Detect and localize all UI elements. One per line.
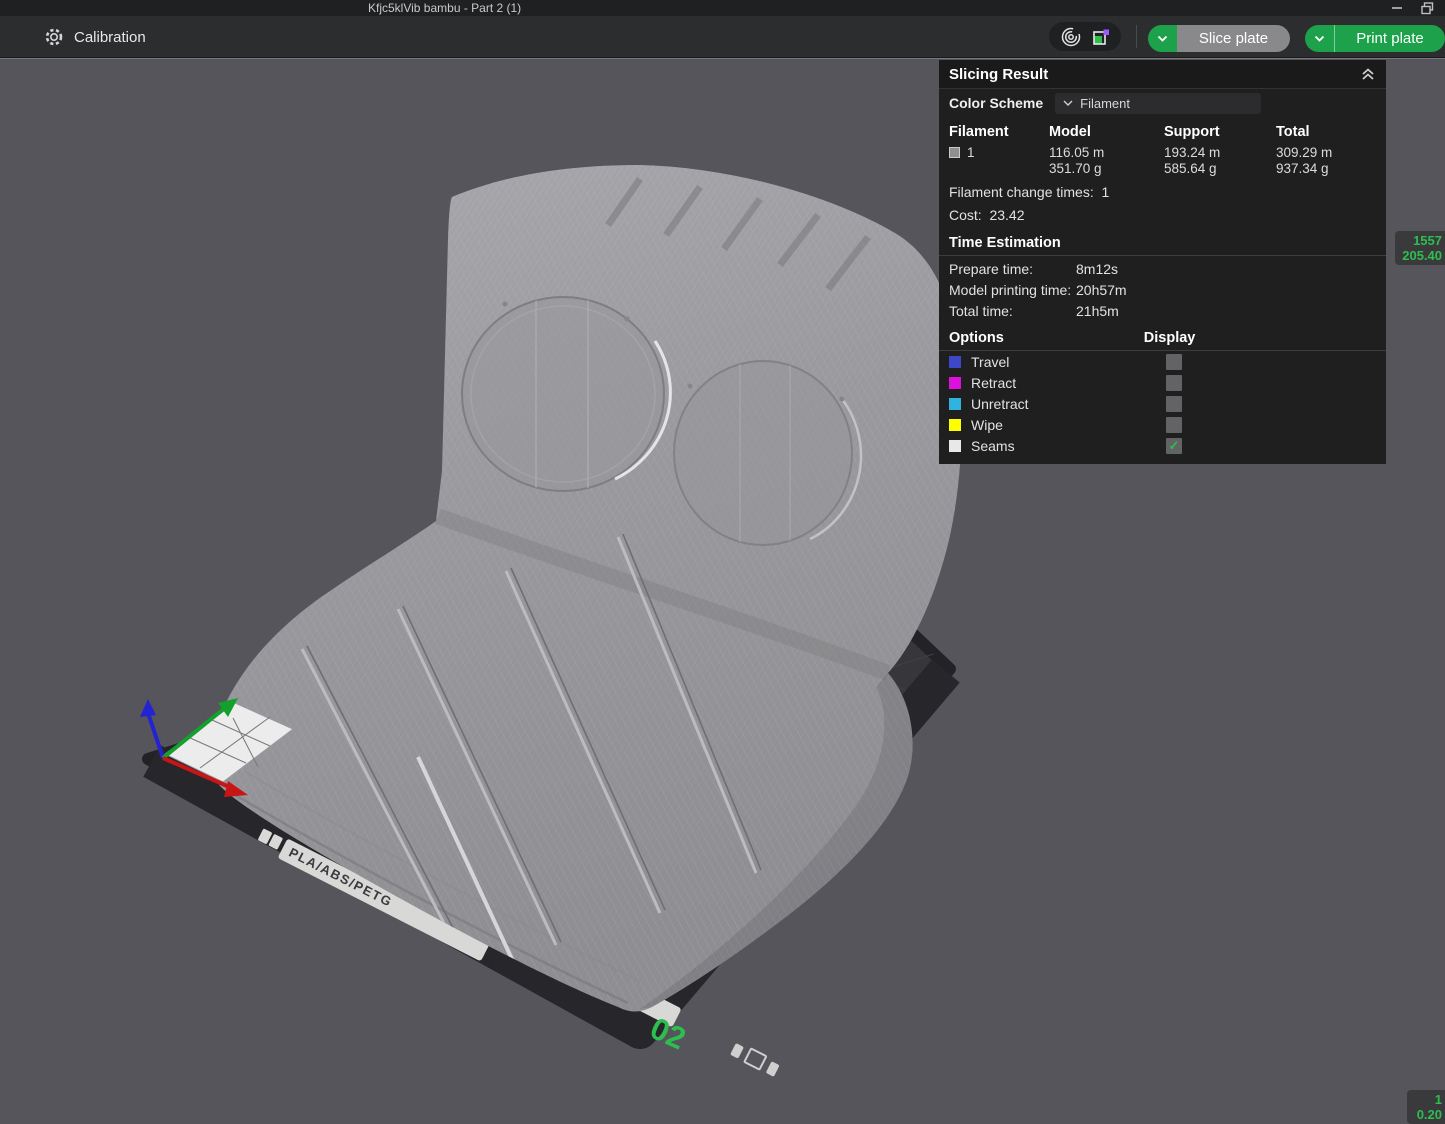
travel-label: Travel [971,354,1166,370]
retract-label: Retract [971,375,1166,391]
color-scheme-select[interactable]: Filament [1055,93,1261,114]
retract-color-swatch [949,377,961,389]
col-support: Support [1164,121,1276,143]
calibration-label: Calibration [74,29,146,46]
total-length: 309.29 m [1276,145,1386,161]
layer-slider-top-indicator[interactable]: 1557 205.40 [1395,231,1445,265]
check-icon: ✓ [1169,439,1180,452]
print-options-dropdown[interactable] [1305,25,1334,52]
filament-coil-icon[interactable] [1060,26,1082,48]
chevron-down-icon [1063,100,1073,106]
prepare-time-value: 8m12s [1076,260,1118,279]
retract-display-checkbox[interactable]: ✓ [1166,375,1182,391]
wipe-color-swatch [949,419,961,431]
model-printing-time-label: Model printing time: [949,281,1076,300]
layer-number: 1 [1414,1092,1442,1107]
seams-label: Seams [971,438,1166,454]
layer-slider-bottom-indicator[interactable]: 1 0.20 [1407,1090,1445,1124]
support-weight: 585.64 g [1164,161,1276,177]
title-bar: Kfjc5klVib bambu - Part 2 (1) [0,0,1445,16]
slice-options-dropdown[interactable] [1148,25,1177,52]
option-row-wipe: Wipe ✓ [939,414,1386,435]
filament-change-value: 1 [1102,184,1110,200]
total-weight: 937.34 g [1276,161,1386,177]
color-scheme-value: Filament [1080,96,1130,111]
option-row-seams: Seams ✓ [939,435,1386,456]
support-length: 193.24 m [1164,145,1276,161]
filament-change-label: Filament change times: [949,184,1094,200]
layer-height-mm: 0.20 [1414,1107,1442,1122]
option-row-retract: Retract ✓ [939,372,1386,393]
option-row-travel: Travel ✓ [939,351,1386,372]
col-total: Total [1276,121,1386,143]
total-time-value: 21h5m [1076,302,1119,321]
col-model: Model [1049,121,1164,143]
print-plate-split-button: Print plate [1305,25,1445,52]
window-title: Kfjc5klVib bambu - Part 2 (1) [368,1,521,15]
filament-table-row: 1 116.05 m 351.70 g 193.24 m 585.64 g 30… [939,145,1386,177]
chevron-down-icon [1157,35,1168,42]
filament-table-header: Filament Model Support Total [939,121,1386,143]
minimize-button[interactable] [1384,0,1410,16]
time-row: Prepare time: 8m12s [939,259,1386,280]
filament-id: 1 [967,145,975,161]
display-title: Display [1144,330,1196,346]
filament-color-swatch [949,147,960,158]
calibration-menu-item[interactable]: Calibration [44,24,146,50]
filament-change-row: Filament change times: 1 [939,181,1386,204]
color-scheme-row: Color Scheme Filament [939,89,1386,117]
minimize-icon [1391,2,1403,14]
time-row: Model printing time: 20h57m [939,280,1386,301]
wipe-display-checkbox[interactable]: ✓ [1166,417,1182,433]
main-toolbar: Calibration Slice plate Print plate [0,16,1445,58]
color-scheme-label: Color Scheme [949,95,1043,111]
double-chevron-up-icon [1360,67,1376,81]
unretract-label: Unretract [971,396,1166,412]
toolbar-divider [1136,25,1137,48]
travel-display-checkbox[interactable]: ✓ [1166,354,1182,370]
gear-icon [44,27,64,47]
panel-header: Slicing Result [939,60,1386,89]
restore-icon [1421,2,1434,15]
time-estimation-title: Time Estimation [939,227,1386,256]
total-time-label: Total time: [949,302,1076,321]
seams-color-swatch [949,440,961,452]
slicing-result-panel: Slicing Result Color Scheme Filament Fil… [939,60,1386,464]
unretract-display-checkbox[interactable]: ✓ [1166,396,1182,412]
layer-height-mm: 205.40 [1402,248,1442,263]
options-header: Options Display [939,322,1386,351]
toolbar-icon-group [1049,22,1121,51]
model-length: 116.05 m [1049,145,1164,161]
option-row-unretract: Unretract ✓ [939,393,1386,414]
unretract-color-swatch [949,398,961,410]
seams-display-checkbox[interactable]: ✓ [1166,438,1182,454]
prepare-time-label: Prepare time: [949,260,1076,279]
time-row: Total time: 21h5m [939,301,1386,322]
wipe-label: Wipe [971,417,1166,433]
layer-number: 1557 [1402,233,1442,248]
plates-manager-icon[interactable] [1092,28,1110,46]
cost-value: 23.42 [989,207,1024,223]
travel-color-swatch [949,356,961,368]
model-weight: 351.70 g [1049,161,1164,177]
slice-plate-button[interactable]: Slice plate [1177,25,1290,52]
print-plate-button[interactable]: Print plate [1334,25,1445,52]
cost-row: Cost: 23.42 [939,204,1386,227]
time-estimation-rows: Prepare time: 8m12s Model printing time:… [939,256,1386,322]
chevron-down-icon [1314,35,1325,42]
restore-button[interactable] [1414,0,1440,16]
col-filament: Filament [949,121,1049,143]
model-printing-time-value: 20h57m [1076,281,1127,300]
cost-label: Cost: [949,207,982,223]
slice-plate-split-button: Slice plate [1148,25,1290,52]
panel-title: Slicing Result [949,66,1048,83]
options-title: Options [949,330,1004,346]
collapse-panel-button[interactable] [1360,67,1376,81]
